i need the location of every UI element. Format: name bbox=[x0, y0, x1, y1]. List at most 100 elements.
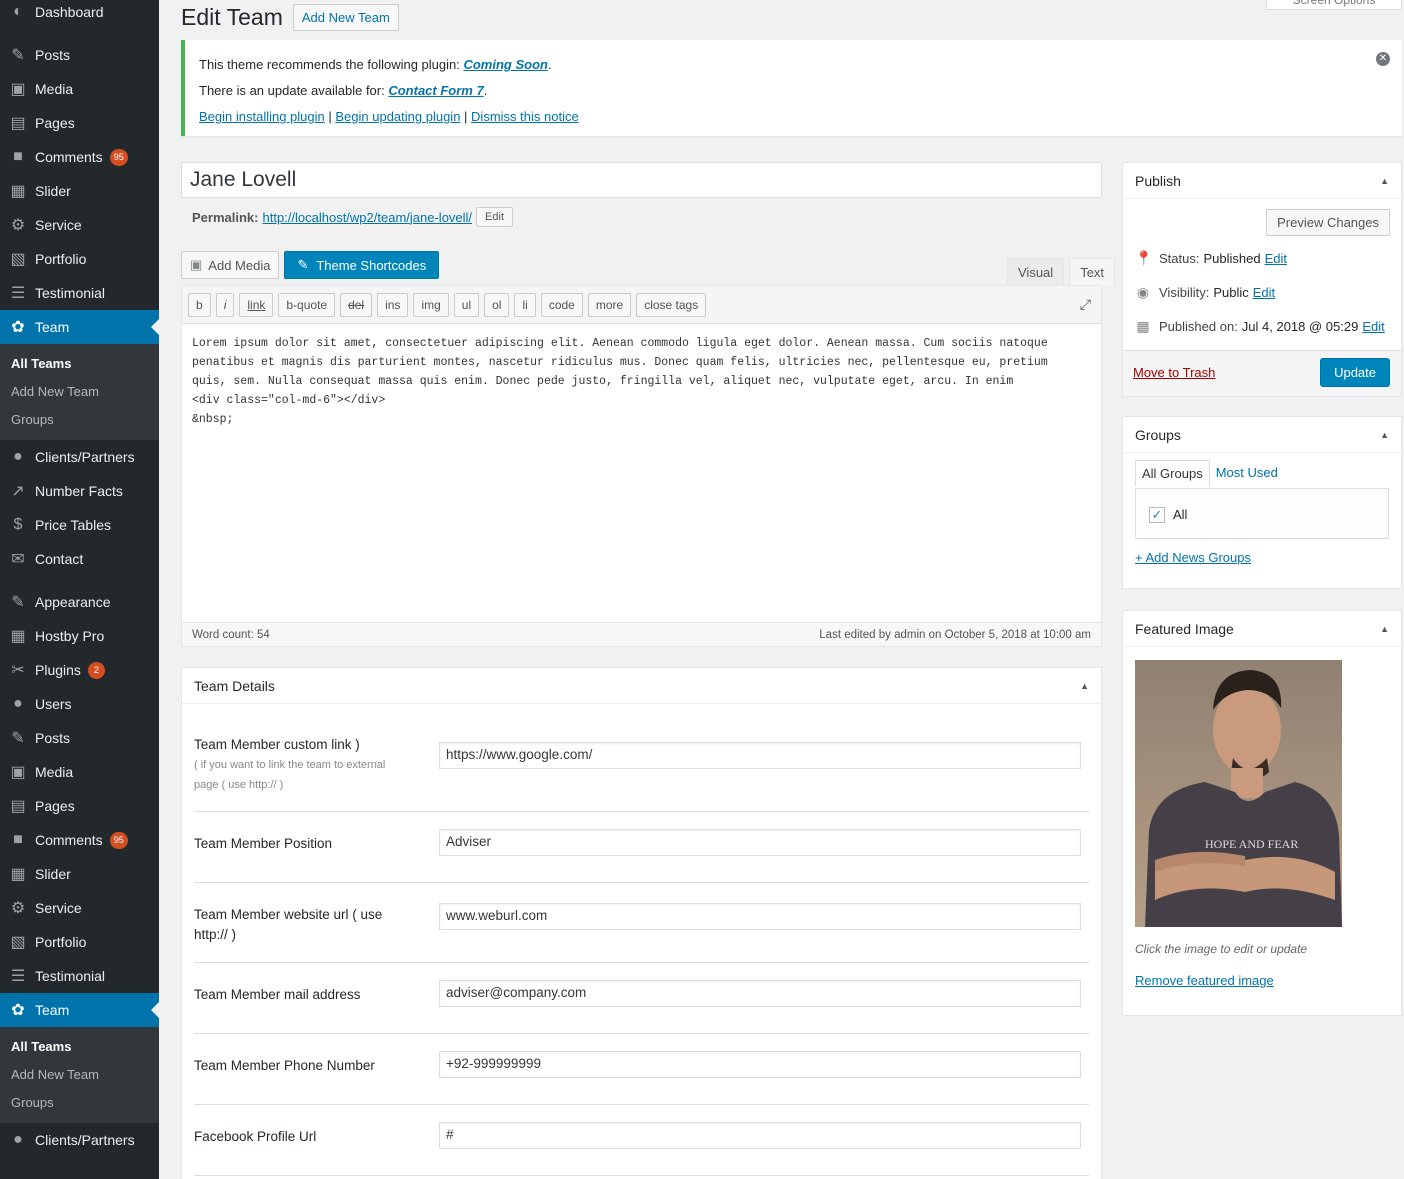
coming-soon-link[interactable]: Coming Soon bbox=[463, 57, 548, 72]
quicktag-ul-button[interactable]: ul bbox=[453, 292, 480, 317]
sidebar-item-pages[interactable]: ▤ Pages bbox=[0, 106, 159, 140]
sidebar-item-pages[interactable]: ▤ Pages bbox=[0, 789, 159, 823]
submenu-item-all-teams[interactable]: All Teams bbox=[0, 350, 159, 378]
add-new-team-button[interactable]: Add New Team bbox=[292, 4, 399, 31]
collapse-icon[interactable]: ▲ bbox=[1380, 624, 1389, 634]
sidebar-item-posts[interactable]: ✎ Posts bbox=[0, 721, 159, 755]
team-field-input[interactable]: +92-999999999 bbox=[439, 1051, 1081, 1078]
team-field-input[interactable]: Adviser bbox=[439, 829, 1081, 856]
sidebar-item-price-tables[interactable]: $ Price Tables bbox=[0, 508, 159, 542]
team-field-input[interactable]: adviser@company.com bbox=[439, 980, 1081, 1007]
contact-form-7-link[interactable]: Contact Form 7 bbox=[388, 83, 483, 98]
quicktag-del-button[interactable]: del bbox=[340, 292, 373, 317]
remove-featured-image-link[interactable]: Remove featured image bbox=[1135, 973, 1274, 988]
quicktag-ins-button[interactable]: ins bbox=[377, 292, 409, 317]
tab-visual[interactable]: Visual bbox=[1007, 258, 1065, 286]
team-icon: ✿ bbox=[11, 1002, 25, 1019]
submenu-item-add-new-team[interactable]: Add New Team bbox=[0, 1061, 159, 1089]
collapse-icon[interactable]: ▲ bbox=[1080, 681, 1089, 691]
tab-text[interactable]: Text bbox=[1069, 258, 1116, 286]
sidebar-item-clients-partners[interactable]: ● Clients/Partners bbox=[0, 1123, 159, 1157]
sidebar-item-comments[interactable]: ■ Comments 95 bbox=[0, 140, 159, 174]
publish-header[interactable]: Publish ▲ bbox=[1123, 163, 1401, 199]
last-edited: Last edited by admin on October 5, 2018 … bbox=[819, 628, 1091, 641]
featured-image-header[interactable]: Featured Image ▲ bbox=[1123, 611, 1401, 647]
team-details-header[interactable]: Team Details ▲ bbox=[182, 668, 1101, 704]
quicktag-code-button[interactable]: code bbox=[540, 292, 583, 317]
group-checkbox[interactable]: ✓ bbox=[1149, 507, 1165, 523]
quicktag-li-button[interactable]: li bbox=[514, 292, 536, 317]
tab-most-used[interactable]: Most Used bbox=[1210, 460, 1284, 487]
sidebar-item-hostby-pro[interactable]: ▦ Hostby Pro bbox=[0, 619, 159, 653]
content-textarea[interactable]: Lorem ipsum dolor sit amet, consectetuer… bbox=[182, 324, 1101, 624]
slider-icon: ▦ bbox=[10, 866, 26, 883]
sidebar-item-testimonial[interactable]: ☰ Testimonial bbox=[0, 276, 159, 310]
sidebar-item-appearance[interactable]: ✎ Appearance bbox=[0, 585, 159, 619]
sidebar-item-team[interactable]: ✿ Team bbox=[0, 993, 159, 1027]
quicktag-more-button[interactable]: more bbox=[587, 292, 632, 317]
quicktag-close-tags-button[interactable]: close tags bbox=[636, 292, 707, 317]
sidebar-item-label: Team bbox=[35, 319, 70, 335]
sidebar-item-users[interactable]: ● Users bbox=[0, 687, 159, 721]
fullscreen-icon[interactable]: ⤢ bbox=[1080, 296, 1091, 313]
featured-image[interactable]: HOPE AND FEAR bbox=[1135, 660, 1342, 927]
sidebar-item-testimonial[interactable]: ☰ Testimonial bbox=[0, 959, 159, 993]
team-field-input[interactable]: https://www.google.com/ bbox=[439, 742, 1081, 769]
sidebar-item-media[interactable]: ▣ Media bbox=[0, 755, 159, 789]
quicktag-b-quote-button[interactable]: b-quote bbox=[278, 292, 336, 317]
quicktag-link-button[interactable]: link bbox=[239, 292, 274, 317]
begin-installing-link[interactable]: Begin installing plugin bbox=[199, 109, 325, 124]
screen-options-button[interactable]: Screen Options bbox=[1266, 0, 1402, 10]
sidebar-item-label: Testimonial bbox=[35, 968, 106, 984]
add-media-button[interactable]: ▣ Add Media bbox=[181, 251, 280, 279]
edit-status-link[interactable]: Edit bbox=[1265, 251, 1287, 266]
status-label: Status: bbox=[1159, 251, 1200, 266]
sidebar-item-label: Slider bbox=[35, 183, 71, 199]
sidebar-item-portfolio[interactable]: ▧ Portfolio bbox=[0, 242, 159, 276]
edit-date-link[interactable]: Edit bbox=[1362, 319, 1384, 334]
submenu-item-groups[interactable]: Groups bbox=[0, 406, 159, 434]
sidebar-item-portfolio[interactable]: ▧ Portfolio bbox=[0, 925, 159, 959]
tab-all-groups[interactable]: All Groups bbox=[1135, 460, 1210, 487]
edit-visibility-link[interactable]: Edit bbox=[1253, 285, 1275, 300]
sidebar-item-contact[interactable]: ✉ Contact bbox=[0, 542, 159, 576]
sidebar-item-comments[interactable]: ■ Comments 95 bbox=[0, 823, 159, 857]
sidebar-item-service[interactable]: ⚙ Service bbox=[0, 208, 159, 242]
theme-shortcodes-button[interactable]: ✎ Theme Shortcodes bbox=[284, 251, 440, 279]
notice-text: This theme recommends the following plug… bbox=[199, 57, 464, 72]
sidebar-item-posts[interactable]: ✎ Posts bbox=[0, 38, 159, 72]
close-icon[interactable]: ✕ bbox=[1376, 52, 1390, 66]
submenu-item-groups[interactable]: Groups bbox=[0, 1089, 159, 1117]
quicktag-i-button[interactable]: i bbox=[215, 292, 235, 317]
sidebar-item-service[interactable]: ⚙ Service bbox=[0, 891, 159, 925]
submenu: All Teams Add New Team Groups bbox=[0, 1027, 159, 1123]
sidebar-item-plugins[interactable]: ✂ Plugins 2 bbox=[0, 653, 159, 687]
submenu-item-add-new-team[interactable]: Add New Team bbox=[0, 378, 159, 406]
sidebar-item-slider[interactable]: ▦ Slider bbox=[0, 857, 159, 891]
publish-box: Publish ▲ Preview Changes 📍 Status: Publish… bbox=[1122, 162, 1402, 397]
sidebar-item-clients-partners[interactable]: ● Clients/Partners bbox=[0, 440, 159, 474]
preview-changes-button[interactable]: Preview Changes bbox=[1266, 209, 1390, 236]
add-news-groups-link[interactable]: + Add News Groups bbox=[1135, 550, 1251, 565]
begin-updating-link[interactable]: Begin updating plugin bbox=[335, 109, 460, 124]
quicktag-b-button[interactable]: b bbox=[188, 292, 211, 317]
sidebar-item-number-facts[interactable]: ↗ Number Facts bbox=[0, 474, 159, 508]
quicktag-ol-button[interactable]: ol bbox=[484, 292, 510, 317]
sidebar-item-slider[interactable]: ▦ Slider bbox=[0, 174, 159, 208]
collapse-icon[interactable]: ▲ bbox=[1380, 176, 1389, 186]
move-to-trash-link[interactable]: Move to Trash bbox=[1133, 365, 1215, 380]
submenu-item-all-teams[interactable]: All Teams bbox=[0, 1033, 159, 1061]
post-title-input[interactable]: Jane Lovell bbox=[181, 162, 1102, 198]
collapse-icon[interactable]: ▲ bbox=[1380, 430, 1389, 440]
dismiss-notice-link[interactable]: Dismiss this notice bbox=[471, 109, 579, 124]
sidebar-item-team[interactable]: ✿ Team bbox=[0, 310, 159, 344]
team-field-input[interactable]: www.weburl.com bbox=[439, 903, 1081, 930]
quicktag-img-button[interactable]: img bbox=[413, 292, 449, 317]
update-button[interactable]: Update bbox=[1320, 358, 1390, 387]
edit-permalink-button[interactable]: Edit bbox=[476, 207, 514, 227]
permalink-url[interactable]: http://localhost/wp2/team/jane-lovell/ bbox=[262, 210, 472, 225]
sidebar-item-media[interactable]: ▣ Media bbox=[0, 72, 159, 106]
groups-header[interactable]: Groups ▲ bbox=[1123, 417, 1401, 453]
team-field-input[interactable]: # bbox=[439, 1122, 1081, 1149]
sidebar-item-dashboard[interactable]: ◐ Dashboard bbox=[0, 0, 159, 29]
